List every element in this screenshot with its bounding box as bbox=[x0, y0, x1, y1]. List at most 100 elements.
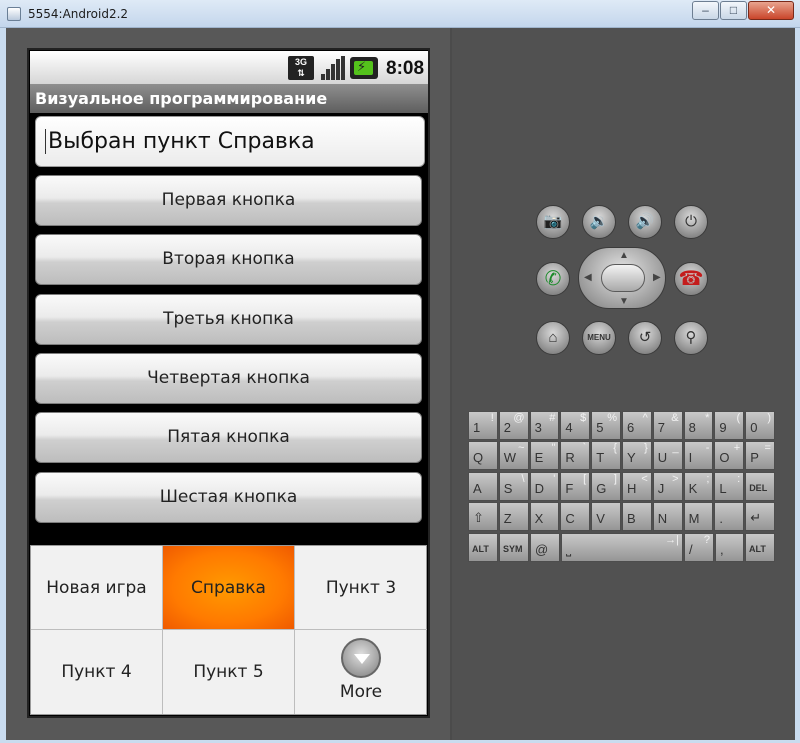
power-button[interactable]: ⏻ bbox=[674, 205, 708, 239]
volume-up-icon: 🔊 bbox=[635, 213, 655, 230]
key-i[interactable]: I- bbox=[683, 441, 714, 471]
window-title: 5554:Android2.2 bbox=[28, 7, 129, 21]
menu-item-5[interactable]: Пункт 5 bbox=[163, 630, 295, 714]
app-title: Визуальное программирование bbox=[35, 89, 328, 108]
key-sym[interactable]: SYM bbox=[499, 532, 529, 562]
fourth-button[interactable]: Четвертая кнопка bbox=[35, 353, 422, 404]
key-s[interactable]: S \ bbox=[498, 471, 529, 501]
dpad-right-icon[interactable]: ▶ bbox=[653, 272, 661, 283]
key-8[interactable]: 8 * bbox=[683, 411, 714, 440]
status-text-field[interactable]: Выбран пункт Справка bbox=[35, 116, 425, 167]
home-button[interactable]: ⌂ bbox=[536, 321, 570, 355]
dpad-left-icon[interactable]: ◀ bbox=[584, 272, 592, 283]
menu-label: MENU bbox=[587, 333, 611, 342]
camera-button[interactable]: 📷 bbox=[536, 205, 570, 239]
key-k[interactable]: K; bbox=[683, 471, 714, 501]
key-label: 8 bbox=[688, 420, 696, 435]
dpad-down-icon[interactable]: ▼ bbox=[619, 296, 629, 307]
third-button[interactable]: Третья кнопка bbox=[35, 294, 422, 345]
key-w[interactable]: W ~ bbox=[498, 441, 529, 471]
key-@[interactable]: @ bbox=[530, 532, 560, 562]
menu-item-4[interactable]: Пункт 4 bbox=[31, 630, 163, 714]
key-label: B bbox=[627, 511, 636, 527]
key-alt[interactable]: ALT bbox=[468, 532, 498, 562]
key-e[interactable]: E " bbox=[529, 441, 560, 471]
volume-up-button[interactable]: 🔊 bbox=[628, 205, 662, 239]
key-label: @ bbox=[535, 541, 549, 557]
key-.[interactable]: . bbox=[714, 502, 745, 532]
key-9[interactable]: 9( bbox=[714, 411, 745, 440]
key-n[interactable]: N bbox=[652, 502, 683, 532]
key-label: 3 bbox=[534, 420, 542, 435]
key-del[interactable]: DEL bbox=[745, 471, 775, 501]
key-0[interactable]: 0) bbox=[745, 411, 775, 440]
end-call-button[interactable]: ☎ bbox=[674, 262, 708, 296]
key-v[interactable]: V bbox=[591, 502, 621, 532]
key-p[interactable]: P = bbox=[745, 441, 775, 471]
key-j[interactable]: J > bbox=[652, 471, 683, 501]
second-button[interactable]: Вторая кнопка bbox=[35, 234, 422, 285]
key-↵[interactable]: ↵ bbox=[745, 502, 775, 532]
key-4[interactable]: 4 $ bbox=[560, 411, 591, 440]
back-button[interactable]: ↺ bbox=[628, 321, 662, 355]
call-button[interactable]: ✆ bbox=[536, 262, 570, 296]
search-button[interactable]: ⚲ bbox=[674, 321, 708, 355]
key-g[interactable]: G] bbox=[591, 471, 621, 501]
options-menu: Новая игра Справка Пункт 3 Пункт 4 Пункт… bbox=[30, 545, 427, 715]
menu-item-help[interactable]: Справка bbox=[163, 546, 295, 630]
menu-item-3[interactable]: Пункт 3 bbox=[295, 546, 427, 630]
key-l[interactable]: L: bbox=[714, 471, 745, 501]
key-label: V bbox=[596, 511, 605, 527]
key-shift-label: = bbox=[764, 442, 771, 455]
maximize-button[interactable]: □ bbox=[720, 1, 747, 20]
key-2[interactable]: 2 @ bbox=[498, 411, 529, 440]
key-shift-label: ! bbox=[490, 412, 494, 424]
power-icon: ⏻ bbox=[685, 213, 697, 230]
minimize-button[interactable]: – bbox=[692, 1, 719, 20]
key-d[interactable]: D ' bbox=[529, 471, 560, 501]
key-u[interactable]: U _ bbox=[652, 441, 683, 471]
key-f[interactable]: F[ bbox=[560, 471, 591, 501]
volume-down-button[interactable]: 🔉 bbox=[582, 205, 616, 239]
key-q[interactable]: Q bbox=[468, 441, 498, 471]
fifth-button[interactable]: Пятая кнопка bbox=[35, 412, 422, 463]
key-1[interactable]: 1! bbox=[468, 411, 498, 440]
dpad[interactable]: ▲ ▼ ◀ ▶ bbox=[578, 247, 666, 309]
key-c[interactable]: C bbox=[560, 502, 591, 532]
dpad-up-icon[interactable]: ▲ bbox=[619, 250, 629, 261]
key-label: / bbox=[689, 541, 693, 557]
key-⇧[interactable]: ⇧ bbox=[468, 502, 498, 532]
key-shift-label: } bbox=[644, 442, 648, 455]
dpad-center-button[interactable] bbox=[601, 264, 645, 292]
key-x[interactable]: X bbox=[529, 502, 560, 532]
key-label: 0 bbox=[750, 420, 758, 435]
search-icon: ⚲ bbox=[685, 329, 697, 346]
key-o[interactable]: O + bbox=[714, 441, 745, 471]
key-7[interactable]: 7 & bbox=[652, 411, 683, 440]
key-5[interactable]: 5% bbox=[591, 411, 621, 440]
key-h[interactable]: H < bbox=[622, 471, 652, 501]
key-m[interactable]: M bbox=[683, 502, 714, 532]
key-a[interactable]: A bbox=[468, 471, 498, 501]
close-button[interactable]: ✕ bbox=[748, 1, 794, 20]
key-6[interactable]: 6 ^ bbox=[622, 411, 652, 440]
menu-item-new-game[interactable]: Новая игра bbox=[31, 546, 163, 630]
key-alt[interactable]: ALT bbox=[745, 532, 775, 562]
key-t[interactable]: T{ bbox=[591, 441, 621, 471]
sixth-button[interactable]: Шестая кнопка bbox=[35, 472, 422, 523]
key-b[interactable]: B bbox=[622, 502, 652, 532]
key-r[interactable]: R ` bbox=[560, 441, 591, 471]
key-3[interactable]: 3 # bbox=[529, 411, 560, 440]
key-,[interactable]: , bbox=[715, 532, 744, 562]
key-label: A bbox=[473, 480, 482, 496]
menu-item-more[interactable]: More bbox=[295, 630, 427, 714]
key-z[interactable]: Z bbox=[498, 502, 529, 532]
first-button[interactable]: Первая кнопка bbox=[35, 175, 422, 226]
key-label: 7 bbox=[657, 420, 666, 435]
key-label: J bbox=[657, 480, 665, 496]
key-/[interactable]: /? bbox=[684, 532, 714, 562]
key-label: F bbox=[565, 480, 574, 496]
menu-button[interactable]: MENU bbox=[582, 321, 616, 355]
key-y[interactable]: Y} bbox=[622, 441, 652, 471]
key-space[interactable]: ⎵ →| bbox=[561, 532, 683, 562]
